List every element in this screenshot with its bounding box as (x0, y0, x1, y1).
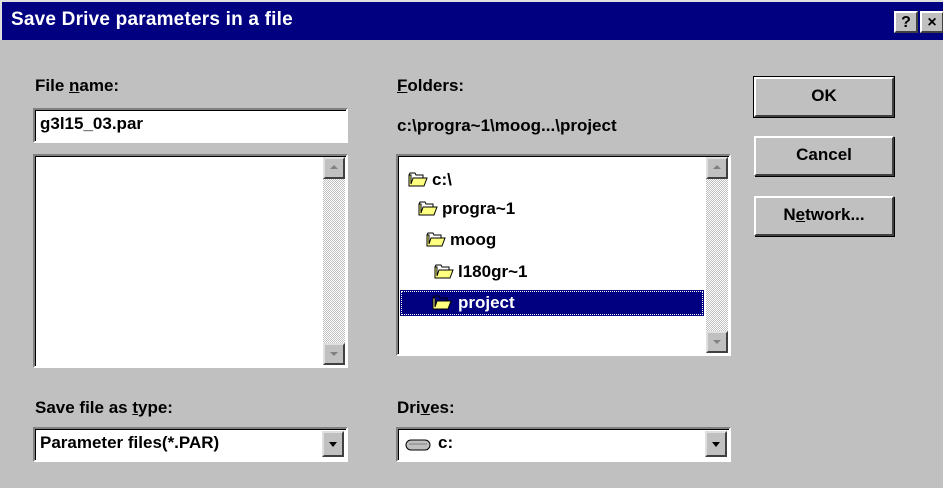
file-name-value: g3l15_03.par (40, 114, 144, 133)
folders-label: Folders: (397, 76, 465, 95)
ok-button[interactable]: OK (753, 76, 895, 118)
hard-drive-icon (405, 439, 431, 451)
open-folder-icon (426, 232, 446, 247)
save-type-dropdown-button[interactable] (322, 431, 344, 457)
drives-value: c: (438, 433, 454, 452)
folder-tree-scrollbar[interactable] (706, 157, 728, 353)
file-name-label: File name: (35, 76, 120, 95)
open-folder-icon (418, 201, 438, 216)
cancel-button[interactable]: Cancel (754, 136, 894, 176)
file-list[interactable] (33, 154, 348, 368)
open-folder-icon (432, 295, 452, 310)
file-list-scrollbar[interactable] (323, 157, 345, 365)
window-title: Save Drive parameters in a file (11, 9, 293, 30)
folder-tree-scroll-up-button[interactable] (706, 157, 728, 179)
file-name-input[interactable]: g3l15_03.par (33, 108, 348, 143)
close-button[interactable]: × (920, 11, 943, 33)
current-path: c:\progra~1\moog...\project (397, 116, 617, 135)
file-list-scroll-up-button[interactable] (323, 157, 345, 179)
open-folder-icon (434, 264, 454, 279)
chevron-down-icon (329, 442, 337, 447)
arrow-up-icon (713, 165, 721, 169)
file-list-scroll-down-button[interactable] (323, 343, 345, 365)
save-type-dropdown[interactable]: Parameter files(*.PAR) (33, 427, 348, 462)
help-button[interactable]: ? (894, 11, 918, 33)
save-type-label: Save file as type: (35, 398, 173, 417)
folder-tree[interactable]: c:\ progra~1 moog l180gr~1 project (396, 154, 731, 356)
arrow-down-icon (713, 340, 721, 344)
network-button[interactable]: Network... (754, 196, 894, 236)
arrow-up-icon (330, 165, 338, 169)
drives-label: Drives: (397, 398, 455, 417)
folder-tree-scroll-down-button[interactable] (706, 331, 728, 353)
save-type-value: Parameter files(*.PAR) (40, 433, 220, 452)
title-bar: Save Drive parameters in a file ? × (0, 0, 943, 40)
drives-dropdown-button[interactable] (705, 431, 727, 457)
folder-item-project[interactable]: project (400, 290, 704, 316)
chevron-down-icon (712, 442, 720, 447)
drives-dropdown[interactable]: c: (396, 427, 731, 462)
open-folder-icon (408, 172, 428, 187)
arrow-down-icon (330, 352, 338, 356)
